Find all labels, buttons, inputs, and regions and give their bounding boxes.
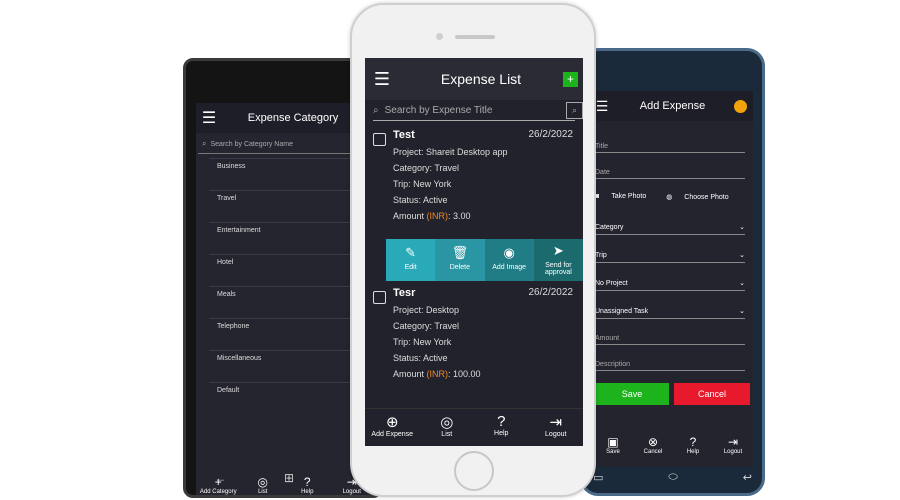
home-button-icon[interactable]: ⬭ — [668, 471, 677, 484]
back-icon[interactable]: ↩ — [743, 471, 752, 484]
add-image-button[interactable]: ◉ Add Image — [484, 239, 534, 281]
expense-category: Category: Travel — [393, 163, 460, 173]
search-icon: ⌕ — [373, 104, 379, 116]
trip-select[interactable]: Trip ⌄ — [595, 235, 745, 263]
expense-card[interactable]: Tesr 26/2/2022 Project: Desktop Category… — [365, 283, 583, 385]
help-icon: ? — [689, 435, 697, 449]
cancel-nav-button[interactable]: ⊗ Cancel — [633, 435, 673, 455]
photo-options: ◙ Take Photo ◍ Choose Photo — [595, 193, 753, 201]
project-select[interactable]: No Project ⌄ — [595, 263, 745, 291]
description-field[interactable]: Description — [595, 345, 745, 371]
expense-amount: Amount (INR): 3.00 — [393, 211, 471, 221]
expense-date: 26/2/2022 — [528, 129, 574, 140]
windows-icon[interactable]: ⊞ — [284, 471, 294, 485]
header: ☰ Add Expense — [593, 91, 753, 121]
delete-button[interactable]: 🗑 Delete — [435, 239, 485, 281]
add-expense-nav-button[interactable]: ⊕ Add Expense — [365, 409, 420, 446]
chevron-down-icon: ⌄ — [739, 308, 745, 315]
help-icon: ? — [497, 413, 506, 430]
system-nav: ▭ ⬭ ↩ — [593, 471, 752, 484]
expense-project: Project: Desktop — [393, 305, 460, 315]
header: ☰ Expense List + — [365, 58, 583, 100]
expense-date: 26/2/2022 — [528, 287, 574, 298]
camera-icon — [436, 33, 443, 40]
currency: (INR) — [426, 211, 449, 221]
home-button[interactable] — [454, 451, 494, 491]
add-icon: ⊕ — [385, 414, 399, 431]
chevron-down-icon: ⌄ — [739, 280, 745, 287]
send-for-approval-button[interactable]: ➤ Send for approval — [533, 239, 583, 281]
cancel-button[interactable]: Cancel — [674, 383, 750, 405]
select-checkbox[interactable] — [373, 133, 386, 146]
android-phone: ☰ Add Expense Title Date ◙ Take Photo ◍ … — [580, 48, 765, 496]
expense-trip: Trip: New York — [393, 179, 452, 189]
logout-button[interactable]: ⇥ Logout — [529, 409, 584, 446]
save-nav-button[interactable]: ▣ Save — [593, 435, 633, 455]
page-title: Expense Category — [247, 112, 339, 124]
add-expense-screen: ☰ Add Expense Title Date ◙ Take Photo ◍ … — [593, 91, 753, 467]
search-icon: ⌕ — [202, 139, 207, 148]
expense-list-screen: ☰ Expense List + ⌕ Search by Expense Tit… — [365, 58, 583, 446]
edit-icon: ✎ — [405, 245, 417, 260]
choose-photo-button[interactable]: ◍ Choose Photo — [666, 193, 738, 201]
cancel-icon: ⊗ — [647, 435, 659, 449]
logout-button[interactable]: ⇥ Logout — [713, 435, 753, 455]
expense-status: Status: Active — [393, 353, 448, 363]
add-expense-button[interactable]: + — [563, 71, 578, 87]
category-list: Business✎ Travel✎ Entertainment✎ Hotel✎ … — [196, 158, 374, 414]
menu-icon[interactable]: ☰ — [196, 108, 222, 128]
save-icon: ▣ — [607, 435, 619, 449]
title-field[interactable]: Title — [595, 127, 745, 153]
header: ☰ Expense Category — [196, 103, 374, 133]
speaker-grille — [455, 35, 495, 39]
amount-field[interactable]: Amount — [595, 319, 745, 345]
chevron-down-icon: ⌄ — [739, 224, 745, 231]
chevron-down-icon: ⌄ — [739, 252, 745, 259]
expense-amount: Amount (INR): 100.00 — [393, 369, 481, 379]
user-icon: ◎ — [440, 414, 454, 431]
search-placeholder: Search by Category Name — [210, 140, 293, 148]
send-icon: ➤ — [552, 243, 564, 258]
page-title: Expense List — [440, 71, 522, 87]
iphone: ☰ Expense List + ⌕ Search by Expense Tit… — [350, 3, 596, 497]
camera-icon: ◉ — [503, 245, 515, 260]
take-photo-button[interactable]: ◙ Take Photo — [595, 193, 656, 201]
bottom-nav: ⊕ Add Expense ◎ List ? Help ⇥ Logout — [365, 408, 583, 446]
save-button[interactable]: Save — [595, 383, 669, 405]
logout-icon: ⇥ — [549, 414, 563, 431]
swipe-actions: ✎ Edit 🗑 Delete ◉ Add Image ➤ Send for appro… — [386, 239, 583, 281]
delete-icon: 🗑 — [451, 245, 469, 260]
search-button[interactable]: ⌕ — [566, 102, 583, 119]
expense-card[interactable]: Test 26/2/2022 Project: Shareit Desktop … — [365, 125, 583, 227]
logout-icon: ⇥ — [727, 435, 739, 449]
recent-apps-icon[interactable]: ▭ — [593, 471, 603, 484]
page-title: Add Expense — [639, 100, 706, 112]
select-checkbox[interactable] — [373, 291, 386, 304]
edit-button[interactable]: ✎ Edit — [386, 239, 436, 281]
expense-category-screen: ☰ Expense Category ⌕ Search by Category … — [196, 103, 374, 495]
search-input[interactable]: ⌕ Search by Category Name — [198, 135, 358, 154]
back-icon[interactable]: ← — [215, 471, 227, 485]
search-input[interactable]: ⌕ Search by Expense Title ⌕ — [373, 100, 583, 121]
help-button[interactable]: ? Help — [474, 409, 529, 446]
expense-category: Category: Travel — [393, 321, 460, 331]
expense-trip: Trip: New York — [393, 337, 452, 347]
currency: (INR) — [426, 369, 449, 379]
expense-project: Project: Shareit Desktop app — [393, 147, 508, 157]
date-field[interactable]: Date — [595, 153, 745, 179]
category-select[interactable]: Category ⌄ — [595, 207, 745, 235]
list-button[interactable]: ◎ List — [420, 409, 475, 446]
logo-icon — [734, 99, 747, 113]
task-select[interactable]: Unassigned Task ⌄ — [595, 291, 745, 319]
search-placeholder: Search by Expense Title — [384, 104, 493, 116]
bottom-nav: ▣ Save ⊗ Cancel ? Help ⇥ Logout — [593, 435, 753, 455]
help-button[interactable]: ? Help — [673, 435, 713, 455]
gallery-icon: ◍ — [666, 194, 675, 201]
form-buttons: Save Cancel — [593, 383, 753, 405]
menu-icon[interactable]: ☰ — [365, 69, 399, 90]
expense-status: Status: Active — [393, 195, 448, 205]
